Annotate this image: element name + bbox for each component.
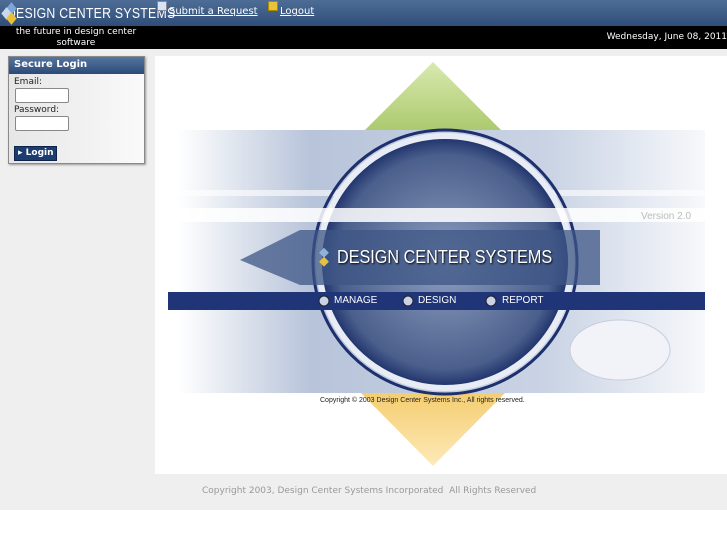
splash-title: DESIGN CENTER SYSTEMS [337, 247, 553, 267]
tagline-bar: the future in design center software Wed… [0, 26, 727, 49]
key-icon [268, 1, 278, 11]
footer-copyright: Copyright 2003, Design Center Systems In… [202, 486, 537, 496]
logout-label: Logout [280, 6, 315, 17]
login-button-label: Login [25, 148, 54, 158]
current-date: Wednesday, June 08, 2011 [606, 32, 727, 42]
password-label: Password: [14, 105, 60, 115]
submit-request-label: Submit a Request [169, 6, 258, 17]
login-button[interactable]: ▸ Login [14, 146, 57, 161]
splash-copyright: Copyright © 2003 Design Center Systems I… [320, 397, 525, 404]
nav-design[interactable]: DESIGN [418, 295, 456, 306]
version-label: Version 2.0 [641, 211, 692, 222]
logout-link[interactable]: Logout [268, 1, 315, 17]
email-field[interactable] [15, 88, 69, 103]
tagline: the future in design center software [15, 27, 137, 48]
play-arrow-icon: ▸ [18, 148, 23, 158]
submit-request-link[interactable]: Submit a Request [157, 1, 258, 17]
edit-icon [157, 1, 167, 11]
footer: Copyright 2003, Design Center Systems In… [0, 474, 727, 510]
brand-logo[interactable]: DESIGN CENTER SYSTEMS [1, 2, 175, 25]
secure-login-panel: Secure Login Email: Password: ▸ Login [8, 56, 145, 164]
password-field[interactable] [15, 116, 69, 131]
brand-name: DESIGN CENTER SYSTEMS [6, 4, 176, 22]
nav-report[interactable]: REPORT [502, 295, 544, 306]
login-title: Secure Login [9, 57, 144, 74]
email-label: Email: [14, 77, 43, 87]
top-bar: DESIGN CENTER SYSTEMS Submit a Request L… [0, 0, 727, 26]
nav-manage[interactable]: MANAGE [334, 295, 377, 306]
